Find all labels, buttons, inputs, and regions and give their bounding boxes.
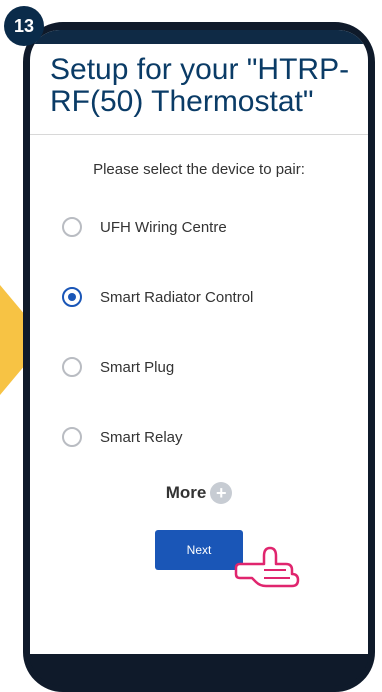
more-label: More <box>165 483 207 502</box>
divider <box>30 134 368 135</box>
option-ufh-wiring-centre[interactable]: UFH Wiring Centre <box>30 192 368 262</box>
option-label: UFH Wiring Centre <box>100 218 227 236</box>
step-number-badge: 13 <box>4 6 44 46</box>
radio-button[interactable] <box>62 357 82 377</box>
next-button[interactable]: Next <box>155 530 243 570</box>
radio-button-selected[interactable] <box>62 287 82 307</box>
app-header-bar <box>30 30 368 44</box>
more-options[interactable]: More + <box>30 482 368 504</box>
option-label: Smart Radiator Control <box>100 288 254 306</box>
option-smart-relay[interactable]: Smart Relay <box>30 402 368 472</box>
select-device-prompt: Please select the device to pair: <box>93 161 305 178</box>
option-smart-radiator-control[interactable]: Smart Radiator Control <box>30 262 368 332</box>
hand-pointer-icon <box>234 546 300 588</box>
plus-icon[interactable]: + <box>210 482 233 504</box>
option-label: Smart Plug <box>100 358 175 376</box>
device-options: UFH Wiring Centre Smart Radiator Control… <box>30 192 368 472</box>
option-smart-plug[interactable]: Smart Plug <box>30 332 368 402</box>
setup-title: Setup for your "HTRP-RF(50) Thermostat" <box>50 53 350 118</box>
radio-button[interactable] <box>62 427 82 447</box>
radio-button[interactable] <box>62 217 82 237</box>
phone-screen: Setup for your "HTRP-RF(50) Thermostat" … <box>30 30 368 654</box>
option-label: Smart Relay <box>100 428 183 446</box>
